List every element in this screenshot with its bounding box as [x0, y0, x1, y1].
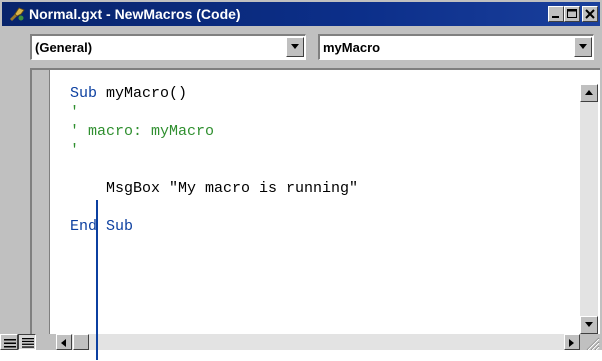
- code-editor[interactable]: Sub myMacro() ' ' macro: myMacro ' MsgBox "…: [30, 68, 600, 334]
- close-button[interactable]: [582, 6, 598, 22]
- maximize-button[interactable]: [564, 6, 580, 22]
- window-title: Normal.gxt - NewMacros (Code): [29, 6, 241, 22]
- scroll-left-button[interactable]: [56, 334, 72, 350]
- object-dropdown[interactable]: (General): [30, 34, 306, 60]
- code-line[interactable]: ': [70, 141, 358, 160]
- vba-code-window: Normal.gxt - NewMacros (Code) (General) …: [0, 0, 602, 351]
- code-line[interactable]: [70, 198, 358, 217]
- bottom-bar: [0, 334, 602, 351]
- code-line[interactable]: ' macro: myMacro: [70, 122, 358, 141]
- arrow-right-icon: [569, 339, 574, 347]
- minimize-button[interactable]: [548, 6, 564, 22]
- procedure-dropdown[interactable]: myMacro: [318, 34, 594, 60]
- close-icon: [585, 9, 595, 19]
- code-text[interactable]: Sub myMacro() ' ' macro: myMacro ' MsgBox "…: [70, 84, 358, 236]
- scroll-up-button[interactable]: [580, 84, 598, 102]
- code-line[interactable]: MsgBox "My macro is running": [70, 179, 358, 198]
- full-module-view-icon: [22, 338, 34, 348]
- procedure-dropdown-button[interactable]: [574, 37, 592, 57]
- margin-indicator-bar[interactable]: [32, 70, 50, 334]
- full-module-view-button[interactable]: [18, 334, 36, 350]
- object-dropdown-value: (General): [35, 40, 93, 55]
- title-bar[interactable]: Normal.gxt - NewMacros (Code): [2, 2, 600, 26]
- vertical-scrollbar[interactable]: [580, 84, 598, 334]
- code-line[interactable]: [70, 160, 358, 179]
- code-comment: ' macro: myMacro: [70, 123, 215, 140]
- procedure-view-button[interactable]: [0, 334, 18, 350]
- arrow-down-icon: [585, 322, 593, 327]
- code-comment: ': [70, 104, 80, 121]
- code-text-span: MsgBox "My macro is running": [70, 180, 359, 197]
- arrow-up-icon: [585, 90, 593, 95]
- text-caret: [96, 200, 98, 360]
- resize-grip-icon[interactable]: [582, 334, 600, 351]
- code-line[interactable]: End Sub: [70, 217, 358, 236]
- horizontal-scroll-thumb[interactable]: [73, 334, 89, 350]
- code-line[interactable]: ': [70, 103, 358, 122]
- chevron-down-icon: [579, 44, 587, 49]
- chevron-down-icon: [291, 44, 299, 49]
- vba-app-icon: [8, 5, 26, 23]
- scroll-down-button[interactable]: [580, 316, 598, 334]
- object-dropdown-button[interactable]: [286, 37, 304, 57]
- maximize-icon: [567, 9, 577, 18]
- code-keyword: End Sub: [70, 218, 134, 235]
- horizontal-scrollbar[interactable]: [56, 334, 580, 350]
- code-text-span: myMacro(): [97, 85, 188, 102]
- code-line[interactable]: Sub myMacro(): [70, 84, 358, 103]
- minimize-icon: [552, 16, 559, 18]
- code-comment: ': [70, 142, 80, 159]
- code-keyword: Sub: [70, 85, 98, 102]
- procedure-view-icon: [4, 339, 16, 348]
- procedure-dropdown-value: myMacro: [323, 40, 381, 55]
- scroll-right-button[interactable]: [564, 334, 580, 350]
- arrow-left-icon: [61, 339, 66, 347]
